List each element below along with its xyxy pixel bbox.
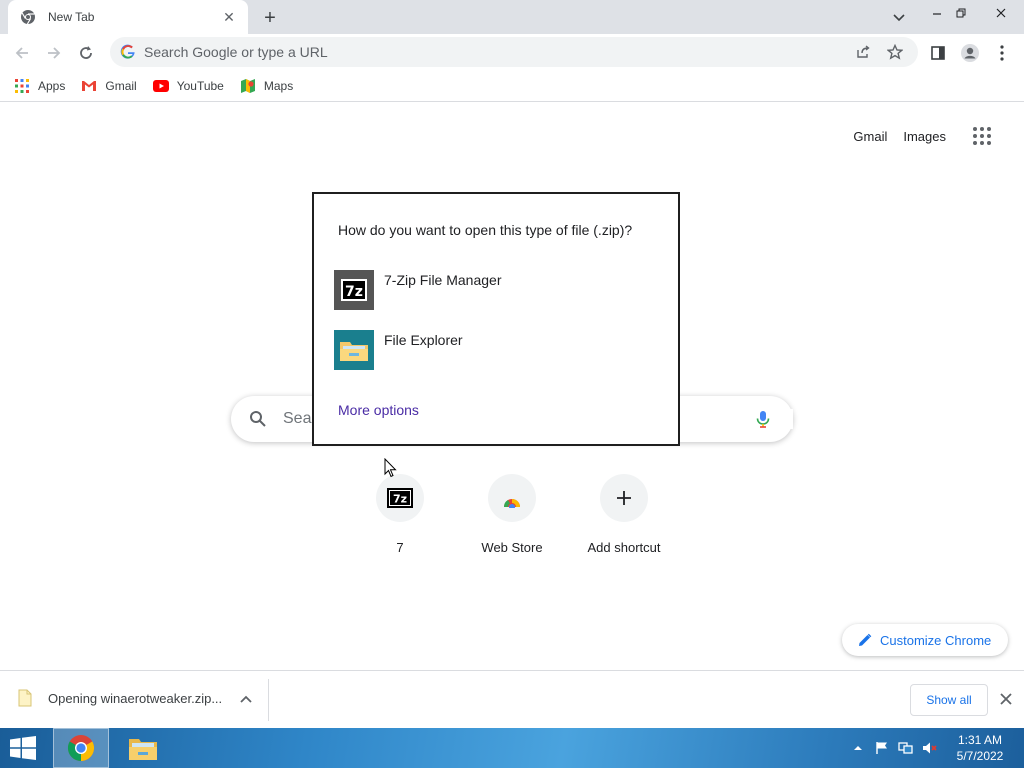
tab-close-icon[interactable]: ✕ — [220, 8, 238, 26]
bookmark-label: Gmail — [105, 78, 137, 93]
profile-avatar-icon[interactable] — [958, 41, 982, 65]
tab-title: New Tab — [48, 10, 95, 24]
close-icon[interactable] — [998, 691, 1014, 707]
gmail-icon — [81, 78, 97, 94]
taskbar: 1:31 AM 5/7/2022 — [0, 728, 1024, 768]
web-store-icon — [503, 496, 521, 508]
shortcut-label: Add shortcut — [587, 540, 661, 555]
file-icon — [18, 689, 32, 707]
shortcut-label: Web Store — [481, 540, 543, 555]
taskbar-chrome[interactable] — [53, 728, 109, 768]
7zip-icon: 7z — [387, 488, 413, 508]
clock-date: 5/7/2022 — [956, 749, 1004, 763]
bookmarks-bar: Apps Gmail YouTube Maps — [0, 70, 1024, 102]
omnibox-input[interactable] — [142, 43, 854, 61]
chrome-icon — [67, 735, 95, 762]
google-apps-icon[interactable] — [970, 124, 994, 148]
file-explorer-icon — [129, 739, 157, 760]
svg-text:7z: 7z — [393, 493, 407, 506]
option-7zip-file-manager[interactable]: 7z 7-Zip File Manager — [334, 270, 502, 310]
chevron-up-icon[interactable] — [238, 691, 254, 707]
tray-show-hidden-icon[interactable] — [850, 740, 866, 756]
download-filename: Opening winaerotweaker.zip... — [48, 690, 223, 706]
action-center-flag-icon[interactable] — [874, 740, 890, 756]
microphone-icon[interactable] — [753, 409, 773, 429]
option-file-explorer[interactable]: File Explorer — [334, 330, 463, 370]
bookmark-gmail[interactable]: Gmail — [81, 78, 137, 94]
taskbar-clock[interactable]: 1:31 AM 5/7/2022 — [950, 732, 1010, 764]
dialog-question: How do you want to open this type of fil… — [338, 222, 633, 238]
tab-new-tab[interactable]: New Tab ✕ — [8, 0, 248, 34]
svg-text:7z: 7z — [345, 284, 363, 300]
tab-strip: New Tab ✕ + — [0, 0, 1024, 34]
toolbar — [0, 34, 1024, 70]
youtube-icon — [152, 78, 169, 94]
open-with-dialog: How do you want to open this type of fil… — [312, 192, 680, 446]
shortcut-tile — [488, 474, 536, 522]
download-item[interactable]: Opening winaerotweaker.zip... — [18, 689, 222, 707]
gmail-link[interactable]: Gmail — [853, 129, 887, 144]
windows-start-icon[interactable] — [8, 736, 38, 760]
network-icon[interactable] — [898, 740, 914, 756]
plus-icon — [617, 491, 631, 505]
customize-chrome-label: Customize Chrome — [880, 632, 992, 648]
maps-icon — [240, 78, 256, 94]
reload-icon[interactable] — [74, 41, 98, 65]
google-g-icon — [120, 44, 135, 59]
download-bar: Opening winaerotweaker.zip... Show all — [0, 670, 1024, 728]
show-all-button[interactable]: Show all — [910, 684, 988, 716]
apps-grid-icon — [14, 78, 30, 94]
volume-muted-icon[interactable] — [922, 740, 938, 756]
share-icon[interactable] — [854, 43, 872, 61]
divider — [268, 679, 269, 721]
menu-kebab-icon[interactable] — [990, 41, 1014, 65]
window-close-icon[interactable] — [986, 0, 1016, 26]
omnibox[interactable] — [110, 37, 918, 67]
shortcut-label: 7 — [396, 540, 404, 555]
more-options-link[interactable]: More options — [338, 402, 419, 418]
option-label: 7-Zip File Manager — [384, 272, 502, 288]
restore-icon[interactable] — [946, 0, 976, 26]
images-link[interactable]: Images — [903, 129, 946, 144]
bookmark-youtube[interactable]: YouTube — [152, 78, 224, 94]
bookmark-maps[interactable]: Maps — [240, 78, 293, 94]
mouse-cursor-icon — [384, 458, 397, 478]
shortcut-7zip[interactable]: 7z 7 — [344, 474, 456, 555]
option-label: File Explorer — [384, 332, 463, 348]
new-tab-button[interactable]: + — [259, 7, 281, 29]
bookmark-label: Maps — [263, 78, 294, 93]
taskbar-file-explorer[interactable] — [115, 728, 171, 768]
add-shortcut-button[interactable]: Add shortcut — [568, 474, 680, 555]
bookmark-label: YouTube — [176, 78, 224, 93]
tab-search-chevron-icon[interactable] — [890, 8, 908, 26]
search-icon — [250, 411, 266, 427]
bookmark-label: Apps — [38, 78, 66, 93]
side-panel-icon[interactable] — [926, 41, 950, 65]
7zip-icon: 7z — [334, 270, 374, 310]
shortcut-tile: 7z — [376, 474, 424, 522]
forward-icon[interactable] — [42, 41, 66, 65]
customize-chrome-button[interactable]: Customize Chrome — [842, 624, 1008, 656]
bookmark-apps[interactable]: Apps — [14, 78, 65, 94]
file-explorer-icon — [334, 330, 374, 370]
ntp-header-links: Gmail Images — [837, 124, 994, 148]
clock-time: 1:31 AM — [957, 733, 1003, 747]
chrome-icon — [21, 10, 35, 25]
back-icon[interactable] — [10, 41, 34, 65]
bookmark-star-icon[interactable] — [886, 43, 904, 61]
pencil-icon — [859, 633, 872, 646]
shortcut-tile — [600, 474, 648, 522]
shortcut-web-store[interactable]: Web Store — [456, 474, 568, 555]
